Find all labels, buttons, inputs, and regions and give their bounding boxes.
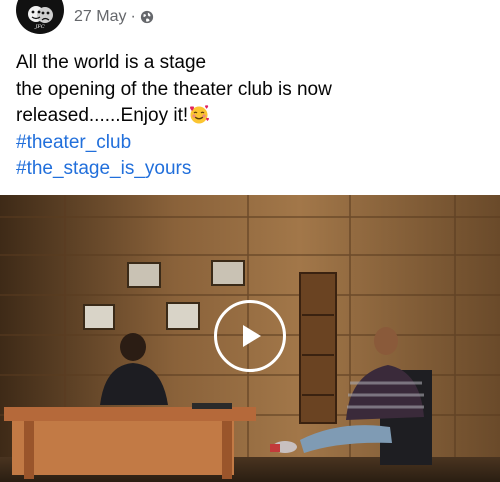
meta-separator: · — [130, 8, 136, 25]
theater-masks-icon — [28, 5, 53, 23]
video-player[interactable] — [0, 195, 500, 482]
globe-icon — [140, 10, 153, 24]
page-avatar[interactable]: JFC — [16, 0, 64, 34]
avatar-logo-text: JFC — [35, 23, 45, 30]
post-meta: 27 May · — [74, 8, 154, 26]
play-button[interactable] — [214, 300, 286, 372]
hashtag-link[interactable]: #the_stage_is_yours — [16, 158, 191, 179]
post-line: the opening of the theater club is now — [16, 78, 332, 100]
post-line: released......Enjoy it! — [16, 105, 189, 126]
hashtag-link[interactable]: #theater_club — [16, 132, 131, 153]
play-icon — [243, 325, 261, 347]
post-line: All the world is a stage — [16, 52, 207, 73]
post-line-with-emoji: released......Enjoy it! — [16, 103, 486, 130]
smiling-face-with-hearts-icon — [190, 105, 210, 124]
post-text: All the world is a stage the opening of … — [16, 50, 486, 183]
post-date[interactable]: 27 May — [74, 8, 126, 26]
